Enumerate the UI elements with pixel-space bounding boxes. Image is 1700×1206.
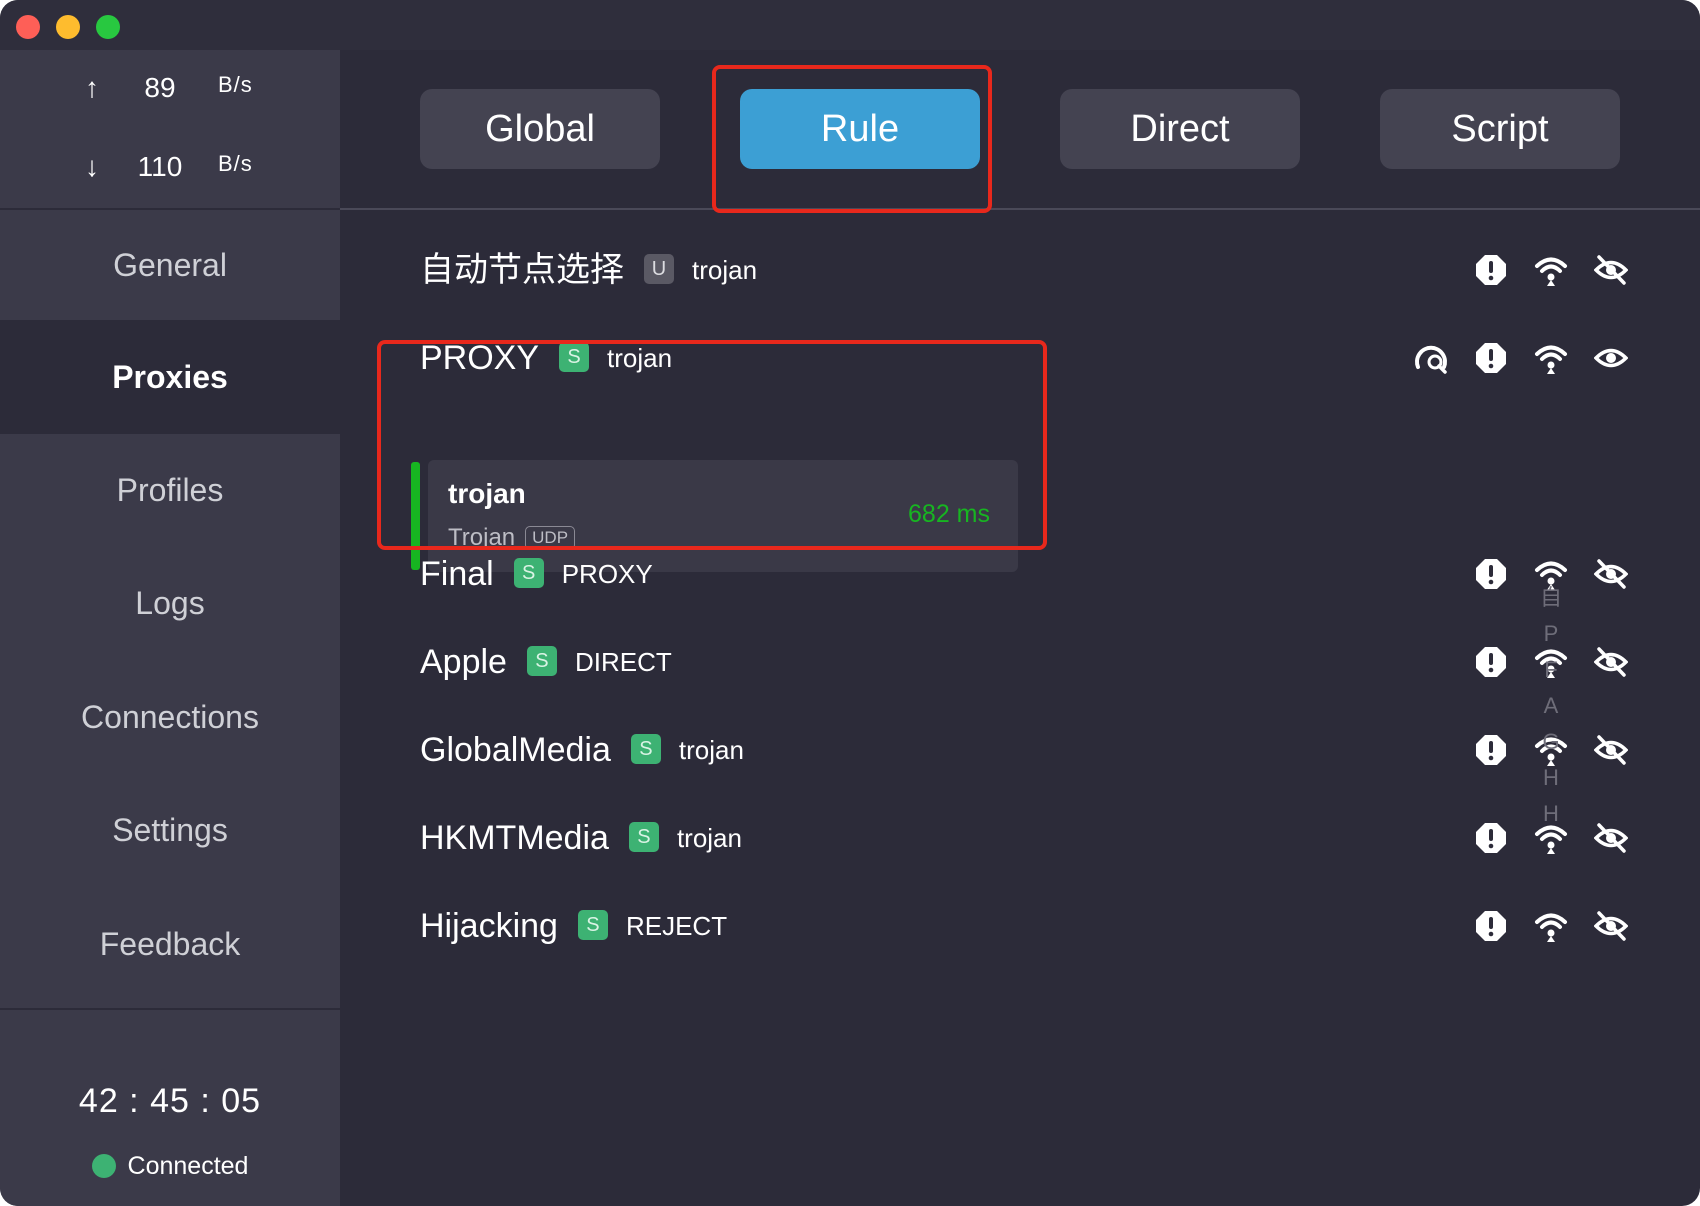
eye-off-icon[interactable] bbox=[1594, 645, 1628, 679]
mode-selector: Global Rule Direct Script bbox=[340, 50, 1700, 210]
proxy-group-row[interactable]: Final S PROXY bbox=[340, 534, 1700, 614]
proxy-group-row[interactable]: HKMTMedia Strojan bbox=[340, 798, 1700, 878]
download-value: 110 bbox=[137, 151, 183, 182]
mode-script-button[interactable]: Script bbox=[1380, 89, 1620, 169]
group-name: GlobalMedia bbox=[420, 731, 611, 769]
app-window: ↑ 89 B/s ↓ 110 B/s General Proxies Profi… bbox=[0, 0, 1700, 1206]
eye-off-icon[interactable] bbox=[1594, 821, 1628, 855]
mode-direct-button[interactable]: Direct bbox=[1060, 89, 1300, 169]
index-item[interactable]: F bbox=[1536, 652, 1566, 688]
proxy-group-row[interactable]: Hijacking S REJECT bbox=[340, 886, 1700, 966]
group-type-badge: S bbox=[577, 910, 608, 941]
alert-octagon-icon[interactable] bbox=[1474, 557, 1508, 591]
group-name: Apple bbox=[420, 643, 507, 681]
index-item[interactable]: H bbox=[1536, 760, 1566, 796]
group-header: HKMTMedia Strojan bbox=[420, 798, 742, 878]
alert-octagon-icon[interactable] bbox=[1474, 341, 1508, 375]
group-type-badge: S bbox=[513, 558, 544, 589]
sidebar-item-connections[interactable]: Connections bbox=[0, 661, 340, 773]
proxy-group-row[interactable]: Apple S DIRECT bbox=[340, 622, 1700, 702]
eye-icon[interactable] bbox=[1594, 341, 1628, 375]
index-item[interactable]: A bbox=[1536, 688, 1566, 724]
traffic-monitor: ↑ 89 B/s ↓ 110 B/s bbox=[0, 50, 340, 208]
title-bar bbox=[0, 0, 1700, 50]
upload-rate: ↑ 89 B/s bbox=[0, 72, 340, 112]
group-header: 自动节点选择 Utrojan bbox=[420, 230, 757, 310]
group-selected: trojan bbox=[676, 823, 742, 854]
status-label: Connected bbox=[127, 1151, 249, 1180]
index-item[interactable]: 自 bbox=[1536, 580, 1566, 616]
group-header: Final S PROXY bbox=[420, 534, 653, 614]
sidebar-divider bbox=[0, 1008, 340, 1010]
proxy-highlight-box bbox=[377, 340, 1047, 550]
group-selected: trojan bbox=[678, 735, 744, 766]
minimize-window-button[interactable] bbox=[56, 15, 80, 39]
group-type-badge: U bbox=[644, 254, 674, 285]
connection-status: Connected bbox=[0, 1146, 340, 1186]
sidebar-item-general[interactable]: General bbox=[0, 210, 340, 320]
speed-search-icon[interactable] bbox=[1414, 341, 1448, 375]
sidebar-item-settings[interactable]: Settings bbox=[0, 774, 340, 886]
upload-unit: B/s bbox=[218, 72, 253, 97]
group-type-badge: S bbox=[630, 734, 661, 765]
download-rate: ↓ 110 B/s bbox=[0, 151, 340, 191]
alert-octagon-icon[interactable] bbox=[1474, 821, 1508, 855]
wifi-icon[interactable] bbox=[1534, 341, 1568, 375]
rule-highlight-box bbox=[712, 65, 992, 213]
sidebar-item-feedback[interactable]: Feedback bbox=[0, 888, 340, 1000]
group-header: Hijacking S REJECT bbox=[420, 886, 727, 966]
wifi-icon[interactable] bbox=[1534, 253, 1568, 287]
eye-off-icon[interactable] bbox=[1594, 253, 1628, 287]
download-unit: B/s bbox=[218, 151, 253, 176]
index-item[interactable]: P bbox=[1536, 616, 1566, 652]
group-name: HKMTMedia bbox=[420, 819, 609, 857]
index-item[interactable]: H bbox=[1536, 796, 1566, 832]
group-name: 自动节点选择 bbox=[420, 251, 624, 289]
eye-off-icon[interactable] bbox=[1594, 733, 1628, 767]
alert-octagon-icon[interactable] bbox=[1474, 645, 1508, 679]
group-header: Apple S DIRECT bbox=[420, 622, 672, 702]
close-window-button[interactable] bbox=[16, 15, 40, 39]
group-selected: PROXY bbox=[561, 559, 653, 590]
alert-octagon-icon[interactable] bbox=[1474, 733, 1508, 767]
group-selected: REJECT bbox=[625, 911, 728, 942]
proxy-group-row[interactable]: GlobalMedia Strojan bbox=[340, 710, 1700, 790]
alert-octagon-icon[interactable] bbox=[1474, 253, 1508, 287]
proxy-group-row[interactable]: 自动节点选择 Utrojan bbox=[340, 230, 1700, 310]
upload-value: 89 bbox=[144, 72, 176, 103]
proxies-panel: Global Rule Direct Script 自动节点选择 Utrojan … bbox=[340, 50, 1700, 1206]
alert-octagon-icon[interactable] bbox=[1474, 909, 1508, 943]
group-selected: trojan bbox=[692, 255, 758, 286]
mode-global-button[interactable]: Global bbox=[420, 89, 660, 169]
sidebar-item-proxies[interactable]: Proxies bbox=[0, 320, 340, 434]
group-type-badge: S bbox=[526, 646, 557, 677]
upload-arrow-icon: ↑ bbox=[85, 72, 99, 103]
sidebar-item-profiles[interactable]: Profiles bbox=[0, 434, 340, 546]
sidebar: ↑ 89 B/s ↓ 110 B/s General Proxies Profi… bbox=[0, 50, 340, 1206]
group-type-badge: S bbox=[628, 822, 659, 853]
download-arrow-icon: ↓ bbox=[85, 151, 99, 182]
zoom-window-button[interactable] bbox=[96, 15, 120, 39]
wifi-icon[interactable] bbox=[1534, 909, 1568, 943]
session-timer: 42 : 45 : 05 bbox=[78, 1082, 262, 1120]
group-header: GlobalMedia Strojan bbox=[420, 710, 744, 790]
index-item[interactable]: G bbox=[1536, 724, 1566, 760]
group-selected: DIRECT bbox=[574, 647, 672, 678]
sidebar-item-logs[interactable]: Logs bbox=[0, 547, 340, 659]
eye-off-icon[interactable] bbox=[1594, 557, 1628, 591]
status-dot-icon bbox=[91, 1154, 116, 1178]
eye-off-icon[interactable] bbox=[1594, 909, 1628, 943]
group-index-list: 自 P F A G H H bbox=[1536, 580, 1566, 832]
group-name: Final bbox=[420, 555, 494, 593]
group-name: Hijacking bbox=[420, 907, 558, 945]
